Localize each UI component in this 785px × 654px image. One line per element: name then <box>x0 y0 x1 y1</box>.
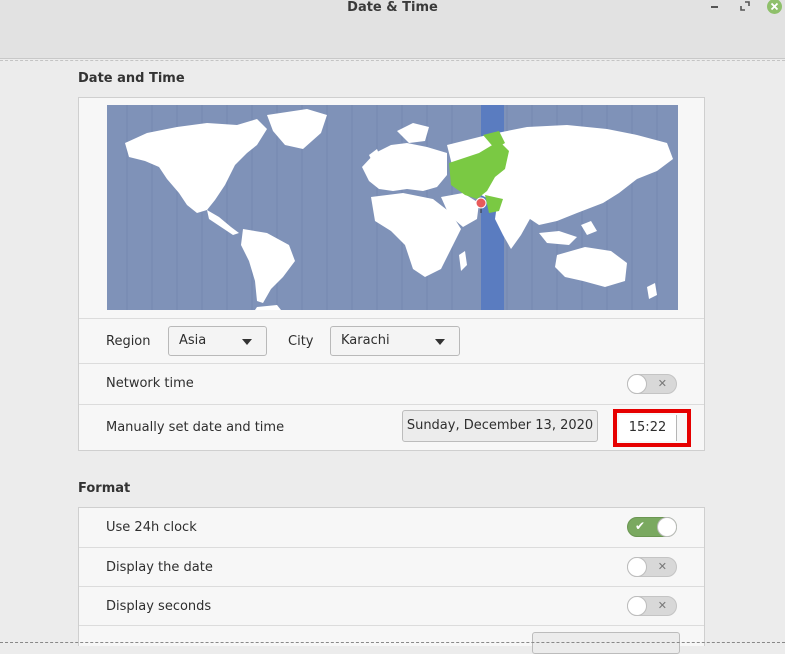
network-time-row: Network time ✕ <box>79 363 704 404</box>
manual-date-time-row: Manually set date and time Sunday, Decem… <box>79 404 704 450</box>
toggle-knob <box>657 517 677 537</box>
region-city-row: Region Asia City Karachi <box>79 318 704 363</box>
network-time-label: Network time <box>106 376 194 391</box>
use-24h-toggle[interactable]: ✔ <box>627 517 677 537</box>
display-seconds-toggle[interactable]: ✕ <box>627 596 677 616</box>
maximize-icon[interactable] <box>738 0 752 14</box>
chevron-down-icon <box>242 339 252 345</box>
bottom-edge <box>0 642 785 643</box>
chevron-down-icon <box>435 339 445 345</box>
city-dropdown[interactable]: Karachi <box>330 326 460 356</box>
city-label: City <box>288 334 314 349</box>
use-24h-label: Use 24h clock <box>106 520 197 535</box>
time-input[interactable]: 15:22 <box>619 415 677 441</box>
cross-icon: ✕ <box>657 599 667 612</box>
toggle-knob <box>627 374 647 394</box>
region-value: Asia <box>179 333 207 348</box>
titlebar-divider <box>0 60 785 61</box>
cross-icon: ✕ <box>657 560 667 573</box>
cross-icon: ✕ <box>657 377 667 390</box>
format-panel: Use 24h clock ✔ Display the date ✕ Displ… <box>78 507 705 654</box>
minimize-icon[interactable] <box>708 0 722 14</box>
world-map <box>125 105 673 310</box>
date-button[interactable]: Sunday, December 13, 2020 <box>402 410 598 442</box>
display-seconds-label: Display seconds <box>106 599 212 614</box>
date-time-panel: Region Asia City Karachi Network time ✕ … <box>78 97 705 451</box>
timezone-map[interactable] <box>107 105 678 310</box>
city-value: Karachi <box>341 333 390 348</box>
toggle-knob <box>627 596 647 616</box>
window-title: Date & Time <box>347 0 438 15</box>
region-label: Region <box>106 334 151 349</box>
display-date-label: Display the date <box>106 560 213 575</box>
display-date-row: Display the date ✕ <box>79 547 704 586</box>
window-titlebar: Date & Time <box>0 0 785 59</box>
toggle-knob <box>627 557 647 577</box>
partial-next-row <box>79 625 704 654</box>
display-seconds-row: Display seconds ✕ <box>79 586 704 625</box>
network-time-toggle[interactable]: ✕ <box>627 374 677 394</box>
date-time-heading: Date and Time <box>78 71 185 86</box>
display-date-toggle[interactable]: ✕ <box>627 557 677 577</box>
region-dropdown[interactable]: Asia <box>168 326 267 356</box>
check-icon: ✔ <box>635 519 646 533</box>
partial-dropdown[interactable] <box>532 632 680 654</box>
use-24h-row: Use 24h clock ✔ <box>79 508 704 547</box>
manual-date-time-label: Manually set date and time <box>106 420 285 435</box>
format-heading: Format <box>78 481 131 496</box>
